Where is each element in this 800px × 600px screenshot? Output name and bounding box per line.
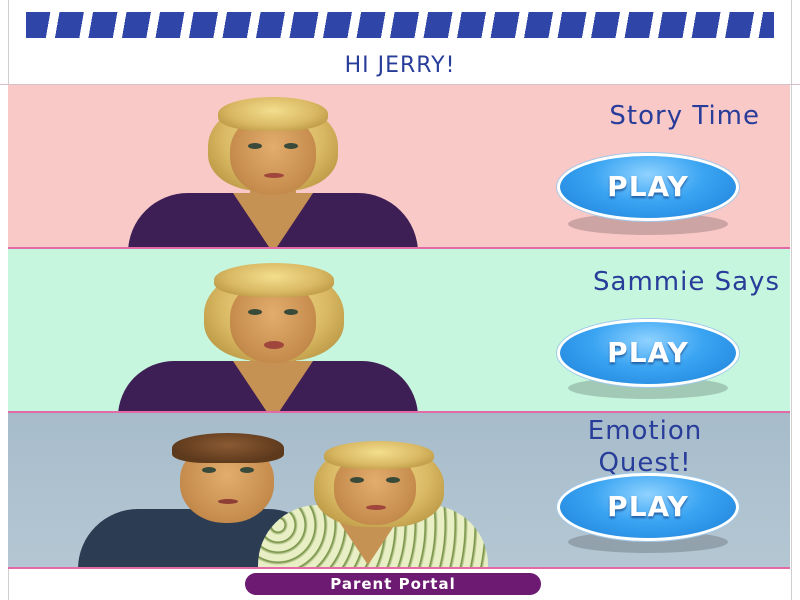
panel-title: Story Time <box>609 101 760 131</box>
header-stripe-banner <box>26 12 774 38</box>
activity-panel-emotion-quest: Emotion Quest! PLAY <box>8 413 790 569</box>
emotion-quest-play-button[interactable]: PLAY <box>557 473 739 541</box>
story-time-play-button[interactable]: PLAY <box>557 153 739 221</box>
greeting-title: HI JERRY! <box>0 48 800 85</box>
activity-panel-sammie-says: Sammie Says PLAY <box>8 249 790 413</box>
parent-portal-button[interactable]: Parent Portal <box>245 573 541 595</box>
panel-title: Emotion Quest! <box>587 416 703 478</box>
sammie-says-play-button[interactable]: PLAY <box>557 319 739 387</box>
panel-title: Sammie Says <box>593 267 780 297</box>
avatar-sammie-illustration <box>248 413 488 567</box>
avatar-sammie-illustration <box>118 85 418 247</box>
activity-panel-story-time: Story Time PLAY <box>8 85 790 249</box>
avatar-sammie-illustration <box>108 249 428 411</box>
